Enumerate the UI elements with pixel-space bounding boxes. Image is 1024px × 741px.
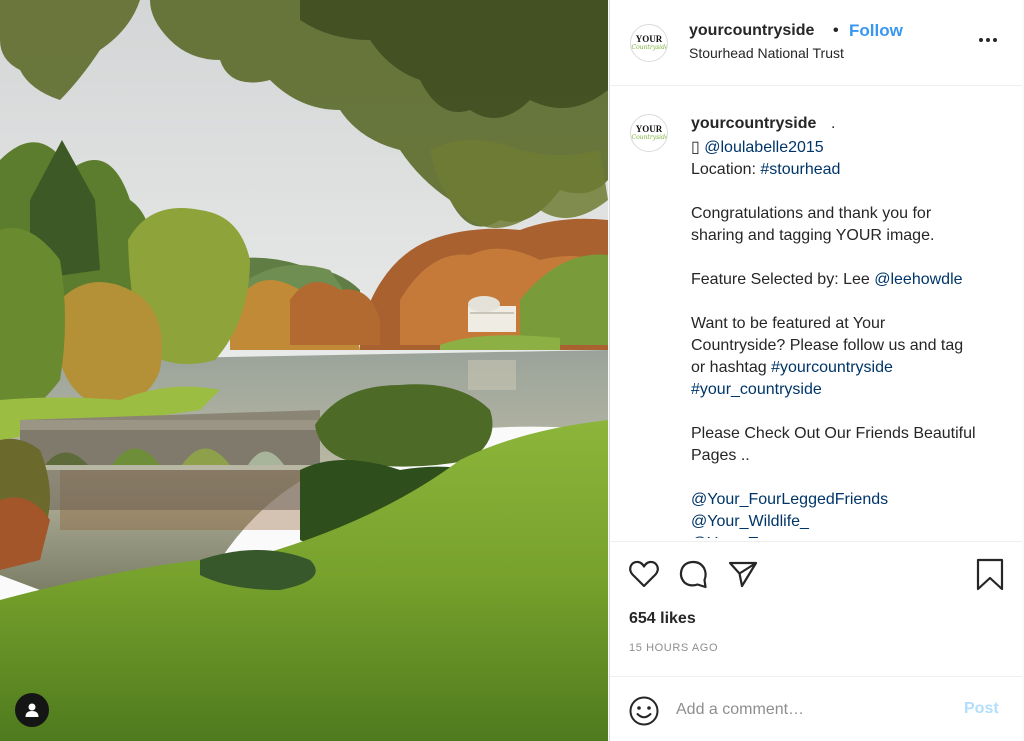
emoji-icon[interactable] <box>628 695 660 727</box>
post-timestamp[interactable]: 15 HOURS AGO <box>629 642 718 654</box>
post-photo[interactable] <box>0 0 608 741</box>
header-username[interactable]: yourcountryside <box>689 22 814 40</box>
brand-logo: YOUR Countryside <box>632 34 668 51</box>
caption-line: @Your_FourLeggedFriends <box>691 489 1016 511</box>
mention-link[interactable]: @Your_FourLeggedFriends <box>691 491 888 508</box>
caption-line: Want to be featured at Your <box>691 313 1016 335</box>
brand-logo: YOUR Countryside <box>632 124 668 141</box>
caption-line-text: Location: <box>691 161 761 178</box>
caption-line-text: or hashtag <box>691 359 772 376</box>
caption-scroll-area[interactable]: YOUR Countryside yourcountryside . ▯ @lo… <box>610 86 1022 538</box>
comment-icon[interactable] <box>677 558 709 590</box>
caption-line: Feature Selected by: Lee @leehowdle <box>691 269 1016 291</box>
caption-line-text: Congratulations and thank you for <box>691 205 932 222</box>
comment-input[interactable] <box>676 698 946 722</box>
heart-icon[interactable] <box>628 559 660 589</box>
likes-count[interactable]: 654 likes <box>629 610 696 628</box>
caption-line: sharing and tagging YOUR image. <box>691 225 1016 247</box>
caption-trailing: . <box>831 115 836 132</box>
post-side-panel: YOUR Countryside yourcountryside • Follo… <box>609 0 1022 741</box>
svg-text:YOUR: YOUR <box>636 34 663 44</box>
caption-username[interactable]: yourcountryside <box>691 115 816 133</box>
caption-line: @Your_Wildlife_ <box>691 511 1016 533</box>
header-separator: • <box>833 22 839 39</box>
location-link[interactable]: Stourhead National Trust <box>689 45 844 61</box>
landscape-image <box>0 0 608 741</box>
mention-link[interactable]: @leehowdle <box>874 271 962 288</box>
caption-line: ▯ @loulabelle2015 <box>691 137 1016 159</box>
caption-line-text: Pages .. <box>691 447 750 464</box>
caption-line: Location: #stourhead <box>691 159 1016 181</box>
comment-divider <box>610 676 1022 677</box>
caption-line: or hashtag #yourcountryside <box>691 357 1016 379</box>
instagram-post-modal: YOUR Countryside yourcountryside • Follo… <box>0 0 1024 741</box>
user-icon <box>25 703 39 717</box>
mention-link[interactable]: @loulabelle2015 <box>704 139 823 156</box>
bookmark-icon[interactable] <box>975 558 1005 592</box>
caption-line: @Your_Towns <box>691 533 1016 538</box>
header-avatar[interactable]: YOUR Countryside <box>630 24 668 62</box>
svg-text:Countryside: Countryside <box>632 44 668 51</box>
caption-avatar[interactable]: YOUR Countryside <box>630 114 668 152</box>
mention-link[interactable]: @Your_Towns <box>691 535 794 538</box>
caption-text: ▯ @loulabelle2015 Location: #stourhead Con… <box>691 137 1016 538</box>
more-options-icon[interactable] <box>976 30 1000 50</box>
mention-link[interactable]: @Your_Wildlife_ <box>691 513 809 530</box>
caption-line: Please Check Out Our Friends Beautiful <box>691 423 1016 445</box>
caption-line-text: ▯ <box>691 139 705 156</box>
hashtag-link[interactable]: #stourhead <box>760 161 840 178</box>
follow-button[interactable]: Follow <box>849 21 903 41</box>
svg-text:YOUR: YOUR <box>636 124 663 134</box>
tagged-users-button[interactable] <box>15 693 49 727</box>
share-icon[interactable] <box>727 558 759 590</box>
caption-line: Congratulations and thank you for <box>691 203 1016 225</box>
caption-line: Pages .. <box>691 445 1016 467</box>
hashtag-link[interactable]: #your_countryside <box>691 381 822 398</box>
caption-line: Countryside? Please follow us and tag <box>691 335 1016 357</box>
caption-divider <box>610 541 1022 542</box>
hashtag-link[interactable]: #yourcountryside <box>771 359 893 376</box>
caption-line-text: Feature Selected by: Lee <box>691 271 875 288</box>
caption-line-text: Want to be featured at Your <box>691 315 886 332</box>
caption-line-text: Countryside? Please follow us and tag <box>691 337 964 354</box>
caption-line-text: Please Check Out Our Friends Beautiful <box>691 425 976 442</box>
caption-line-text: sharing and tagging YOUR image. <box>691 227 935 244</box>
post-comment-button[interactable]: Post <box>964 700 999 718</box>
svg-text:Countryside: Countryside <box>632 134 668 141</box>
caption-line: #your_countryside <box>691 379 1016 401</box>
